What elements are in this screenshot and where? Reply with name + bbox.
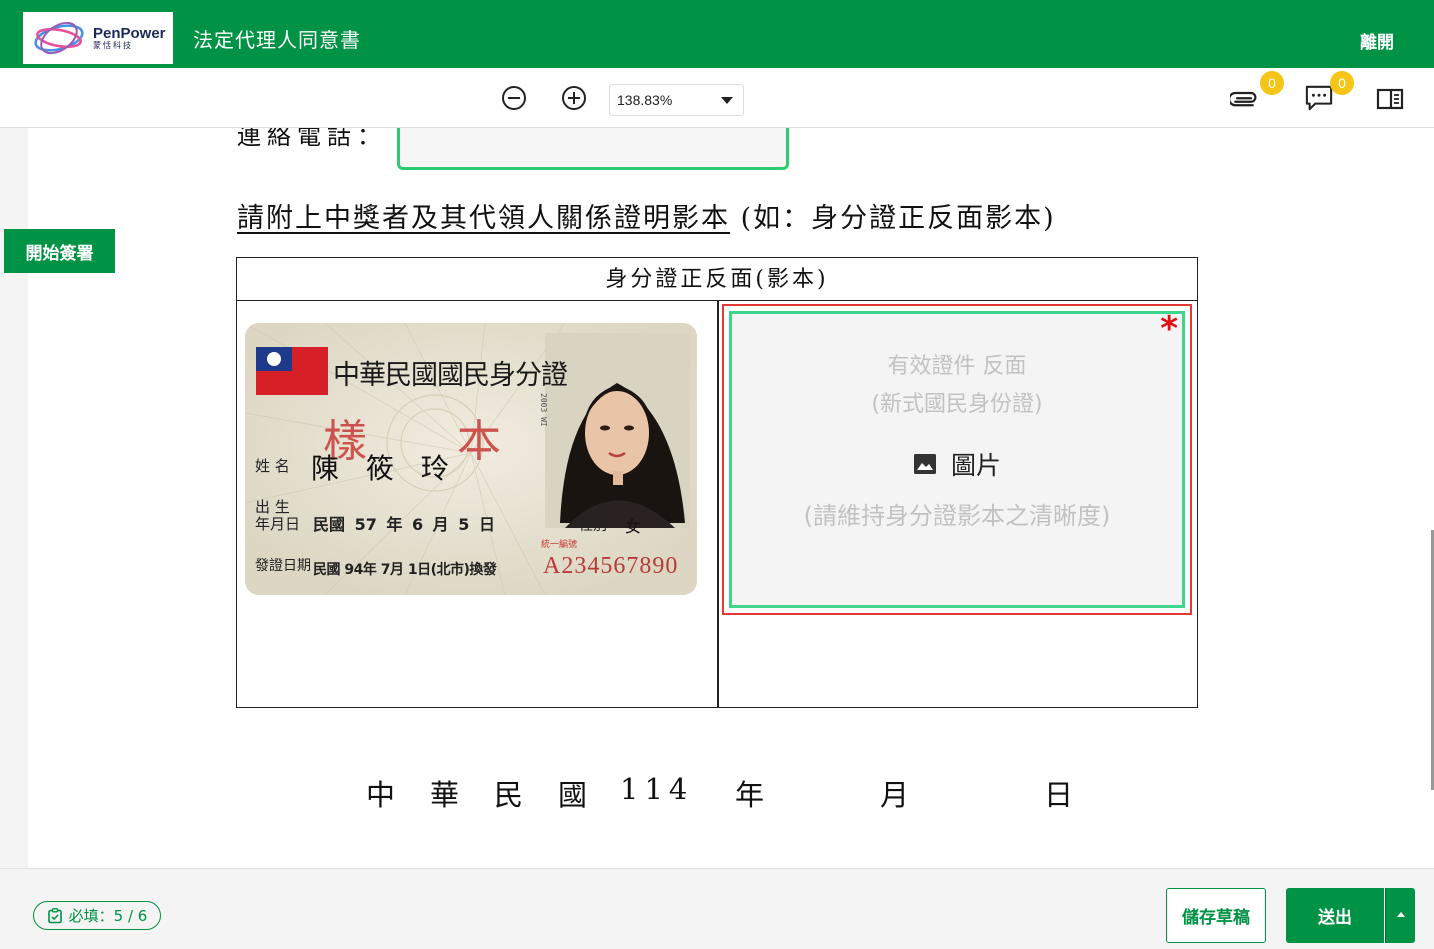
- id-number: A234567890: [543, 553, 679, 579]
- id-copy-table: 身分證正反面(影本) 2003 WI 中華民國國民身分證 樣 本 姓 名 陳 筱…: [236, 257, 1198, 708]
- image-field-label: 圖片: [732, 446, 1182, 482]
- name-label: 姓 名: [255, 457, 290, 475]
- date-part-zhong: 中: [366, 778, 396, 812]
- birth-label-line2: 年月日: [255, 515, 301, 533]
- issue-date-value: 民國 94年 7月 1日(北市)換發: [313, 562, 497, 578]
- required-progress-badge[interactable]: 必填：5 / 6: [33, 901, 161, 930]
- table-divider: [717, 301, 719, 707]
- zoom-in-icon: [562, 86, 586, 110]
- date-part-hua: 華: [430, 778, 460, 812]
- issue-date-label: 發證日期: [255, 558, 311, 574]
- birth-value: 民國 57 年 6 月 5 日: [313, 515, 495, 534]
- id-card-front-sample: 2003 WI 中華民國國民身分證 樣 本 姓 名 陳 筱 玲 出 生 年月日 …: [245, 323, 697, 595]
- required-progress-text: 必填：5 / 6: [68, 907, 148, 925]
- zoom-out-button[interactable]: [500, 84, 528, 112]
- zoom-in-button[interactable]: [560, 84, 588, 112]
- phone-value: 0912345678: [403, 128, 588, 132]
- id-back-upload-required-frame: * 有效證件 反面 (新式國民身份證) 圖片 (請維持身分證影本之清晰度): [722, 304, 1192, 615]
- penpower-logo-icon: [34, 21, 84, 55]
- attachments-button[interactable]: [1230, 86, 1258, 114]
- logo-subtitle: 蒙恬科技: [93, 41, 133, 50]
- sample-watermark-right: 本: [457, 416, 501, 467]
- instruction-underlined: 請附上中獎者及其代領人關係證明影本: [237, 203, 730, 234]
- comments-count-badge: 0: [1330, 71, 1354, 95]
- penpower-logo: PenPower 蒙恬科技: [23, 12, 173, 64]
- image-icon: [913, 454, 936, 474]
- date-month-unit: 月: [880, 778, 910, 812]
- phone-field[interactable]: 0912345678 *: [397, 128, 789, 170]
- logo-name: PenPower: [93, 25, 166, 42]
- serial-label: 統一編號: [541, 540, 578, 550]
- zoom-value: 138.83%: [617, 92, 673, 108]
- image-label: 圖片: [950, 451, 1001, 480]
- attachment-instruction: 請附上中獎者及其代領人關係證明影本 (如：身分證正反面影本): [237, 196, 1056, 235]
- paperclip-icon: [1230, 91, 1257, 107]
- zoom-select[interactable]: 138.83%: [609, 84, 744, 116]
- app-header: PenPower 蒙恬科技 法定代理人同意書 離開: [0, 0, 1434, 68]
- start-signing-button[interactable]: 開始簽署: [4, 229, 115, 273]
- required-asterisk-icon: *: [1160, 309, 1178, 349]
- chevron-down-icon: [721, 97, 733, 104]
- attachments-count-badge: 0: [1260, 71, 1284, 95]
- upload-hint-clarity: (請維持身分證影本之清晰度): [803, 502, 1111, 530]
- side-panel-toggle-button[interactable]: [1376, 85, 1404, 113]
- svg-text:2003 WI: 2003 WI: [539, 393, 548, 427]
- gender-label: 性別: [579, 518, 607, 534]
- instruction-example: (如：身分證正反面影本): [740, 203, 1056, 234]
- upload-hint-subtitle: (新式國民身份證): [871, 392, 1043, 417]
- upload-hint-title: 有效證件 反面: [887, 354, 1027, 379]
- gender-value: 女: [625, 517, 642, 536]
- id-card-title: 中華民國國民身分證: [333, 360, 568, 391]
- id-back-image-upload[interactable]: * 有效證件 反面 (新式國民身份證) 圖片 (請維持身分證影本之清晰度): [729, 311, 1185, 608]
- date-year-unit: 年: [735, 778, 765, 812]
- send-button[interactable]: 送出: [1286, 888, 1384, 943]
- phone-label: 連絡電話：: [237, 128, 387, 150]
- document-title: 法定代理人同意書: [193, 28, 361, 52]
- comment-icon: [1305, 85, 1333, 111]
- send-options-caret-icon[interactable]: [1385, 888, 1415, 943]
- date-part-guo: 國: [558, 778, 588, 812]
- app-footer: 必填：5 / 6 儲存草稿 送出: [0, 868, 1434, 949]
- date-part-min: 民: [494, 778, 524, 812]
- leave-button[interactable]: 離開: [1360, 28, 1394, 53]
- comments-button[interactable]: [1305, 84, 1333, 112]
- date-year: 114: [620, 772, 694, 806]
- document-page: 連絡電話： 0912345678 * 請附上中獎者及其代領人關係證明影本 (如：…: [28, 128, 1408, 868]
- side-panel-icon: [1376, 88, 1404, 110]
- table-header: 身分證正反面(影本): [237, 258, 1197, 301]
- date-day-unit: 日: [1044, 778, 1074, 812]
- checklist-icon: [47, 907, 62, 923]
- required-asterisk-icon: *: [769, 128, 784, 139]
- birth-label-line1: 出 生: [255, 498, 290, 516]
- name-value: 陳 筱 玲: [311, 452, 449, 485]
- save-draft-button[interactable]: 儲存草稿: [1166, 888, 1266, 943]
- viewer-toolbar: 138.83% 0 0: [0, 68, 1434, 128]
- zoom-out-icon: [502, 86, 526, 110]
